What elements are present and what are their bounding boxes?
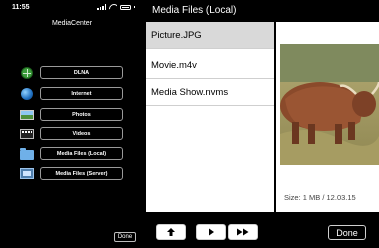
videos-button[interactable]: Videos bbox=[40, 127, 123, 140]
server-icon bbox=[20, 167, 34, 180]
local-files-button[interactable]: Media Files (Local) bbox=[40, 147, 123, 160]
tablet-screen: Media Files (Local) Picture.JPG Movie.m4… bbox=[146, 0, 379, 248]
menu-row-photos: Photos bbox=[20, 108, 124, 121]
status-icons bbox=[97, 4, 135, 10]
file-item-media-show[interactable]: Media Show.nvms bbox=[146, 79, 274, 106]
menu-row-internet: Internet bbox=[20, 87, 124, 100]
phone-screen: 11:55 MediaCenter DLNA Internet Photos V… bbox=[0, 0, 144, 248]
menu-row-dlna: DLNA bbox=[20, 66, 124, 79]
internet-button[interactable]: Internet bbox=[40, 87, 123, 100]
server-files-button[interactable]: Media Files (Server) bbox=[40, 167, 123, 180]
menu-row-videos: Videos bbox=[20, 127, 124, 140]
fast-forward-button[interactable] bbox=[228, 224, 258, 240]
menu-row-server-files: Media Files (Server) bbox=[20, 167, 124, 180]
status-time: 11:55 bbox=[12, 4, 30, 11]
globe-icon bbox=[20, 87, 34, 100]
playback-toolbar: Done bbox=[146, 212, 379, 248]
battery-icon bbox=[120, 4, 131, 10]
tablet-header: Media Files (Local) bbox=[146, 0, 379, 22]
preview-pane: Size: 1 MB / 12.03.15 bbox=[276, 22, 379, 212]
file-item-picture[interactable]: Picture.JPG bbox=[146, 22, 274, 49]
photos-button[interactable]: Photos bbox=[40, 108, 123, 121]
folder-icon bbox=[20, 147, 34, 160]
done-button-tablet[interactable]: Done bbox=[328, 225, 366, 240]
done-button[interactable]: Done bbox=[114, 232, 136, 242]
signal-icon bbox=[97, 4, 106, 10]
up-button[interactable] bbox=[156, 224, 186, 240]
app-title: MediaCenter bbox=[51, 20, 93, 27]
page-title: Media Files (Local) bbox=[152, 5, 237, 16]
file-list: Picture.JPG Movie.m4v Media Show.nvms bbox=[146, 22, 274, 212]
file-info-caption: Size: 1 MB / 12.03.15 bbox=[284, 193, 356, 202]
play-icon bbox=[209, 228, 214, 236]
dlna-button[interactable]: DLNA bbox=[40, 66, 123, 79]
fast-forward-icon bbox=[237, 228, 249, 236]
highland-cow-photo bbox=[280, 44, 379, 165]
up-arrow-icon bbox=[167, 228, 175, 236]
battery-cap bbox=[134, 6, 135, 8]
dlna-icon bbox=[20, 66, 34, 79]
photos-icon bbox=[20, 108, 34, 121]
menu-row-local-files: Media Files (Local) bbox=[20, 147, 124, 160]
status-bar: 11:55 bbox=[0, 0, 144, 16]
videos-icon bbox=[20, 127, 34, 140]
wifi-icon bbox=[109, 4, 117, 10]
play-button[interactable] bbox=[196, 224, 226, 240]
file-item-movie[interactable]: Movie.m4v bbox=[146, 52, 274, 79]
